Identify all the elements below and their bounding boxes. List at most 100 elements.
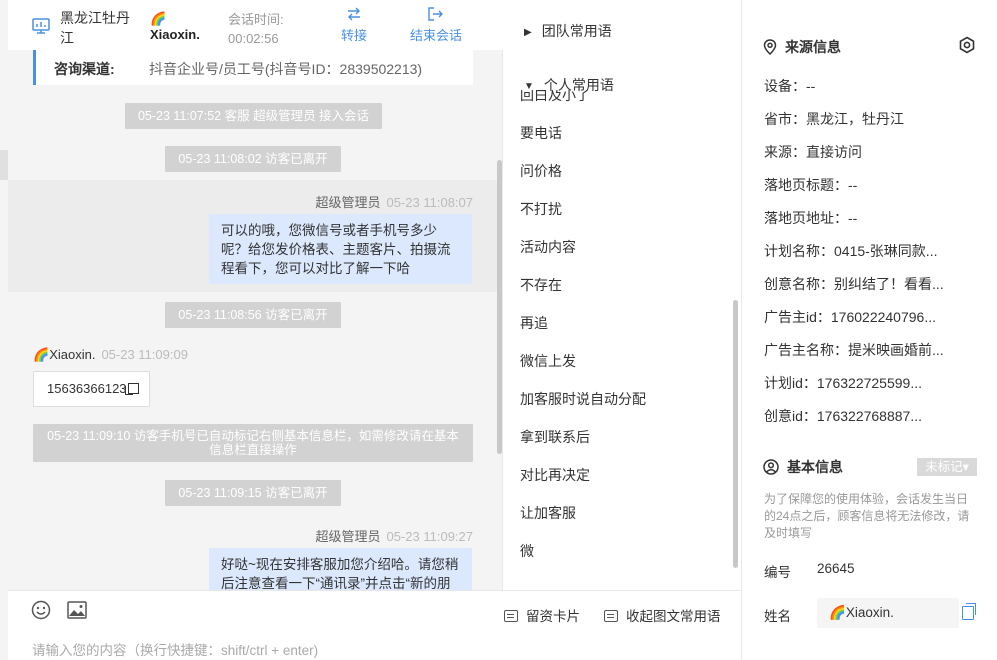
image-icon[interactable] [67, 601, 87, 619]
channel-value: 抖音企业号/员工号(抖音号ID：2839502213) [149, 61, 423, 77]
tag-label: 未标记 [925, 460, 963, 474]
name-value: Xiaoxin. [845, 605, 894, 620]
phrase-item[interactable]: 回白及小了 [520, 90, 590, 105]
collapse-phrases-label: 收起图文常用语 [626, 609, 721, 624]
channel-label: 咨询渠道: [54, 61, 115, 77]
phrase-item[interactable]: 微信上发 [520, 351, 576, 371]
visitor-info-panel: 来源信息 设备：-- 省市：黑龙江，牡丹江 来源：直接访问 落地页标题：-- 落… [743, 0, 997, 660]
visitor-message-meta: 🌈Xiaoxin. 05-23 11:09:09 [33, 347, 188, 363]
info-advertiser-id: 广告主id：176022240796... [764, 309, 936, 325]
phrase-item[interactable]: 让加客服 [520, 503, 576, 523]
name-label: 姓名 [764, 609, 791, 624]
collapse-phrases-button[interactable]: 收起图文常用语 [604, 605, 721, 625]
rainbow-icon: 🌈 [829, 605, 846, 620]
session-time: 00:02:56 [228, 31, 279, 46]
chat-panel: 黑龙江牡丹江 🌈 Xiaoxin. 会话时间: 00:02:56 转接 结束会话 [0, 0, 503, 660]
end-session-button[interactable]: 结束会话 [410, 7, 462, 44]
emoji-icon[interactable] [31, 600, 51, 620]
end-session-label: 结束会话 [410, 28, 463, 43]
basic-info-title: 基本信息 [763, 457, 843, 477]
customer-service-workspace: 黑龙江牡丹江 🌈 Xiaoxin. 会话时间: 00:02:56 转接 结束会话 [0, 0, 997, 660]
lead-card-label: 留资卡片 [526, 609, 580, 624]
info-device: 设备：-- [764, 78, 816, 94]
system-message: 05-23 11:09:15 访客已离开 [165, 480, 341, 506]
info-province-city: 省市：黑龙江，牡丹江 [764, 111, 904, 127]
copy-icon[interactable] [962, 603, 976, 620]
system-message: 05-23 11:09:10 访客手机号已自动标记右侧基本信息栏，如需修改请在基… [33, 424, 473, 462]
info-plan-name: 计划名称：0415-张琳同款... [764, 243, 938, 259]
copy-icon[interactable] [124, 383, 139, 395]
name-field[interactable]: 🌈Xiaoxin. [817, 598, 959, 628]
message-time: 05-23 11:09:09 [101, 347, 188, 362]
phrase-item[interactable]: 再追 [520, 313, 548, 333]
source-info-title: 来源信息 [763, 37, 841, 57]
transfer-label: 转接 [341, 28, 368, 43]
user-icon [763, 459, 779, 475]
info-landing-url: 落地页地址：-- [764, 210, 858, 226]
message-list[interactable]: 咨询渠道: 抖音企业号/员工号(抖音号ID：2839502213) 05-23 … [8, 50, 503, 590]
basic-info-label: 基本信息 [787, 459, 843, 475]
chat-scrollbar[interactable] [497, 160, 502, 454]
composer: 请输入您的内容（换行快捷键：shift/ctrl + enter) [8, 590, 503, 660]
rainbow-icon: 🌈 [150, 11, 167, 26]
id-label: 编号 [764, 565, 791, 580]
session-time-label: 会话时间: [228, 12, 284, 27]
phrase-item[interactable]: 要电话 [520, 123, 562, 143]
visitor-message-bubble: 15636366123 [33, 371, 150, 407]
agent-sender: 超级管理员 [315, 195, 381, 210]
system-message: 05-23 11:08:56 访客已离开 [165, 302, 341, 328]
rainbow-icon: 🌈 [33, 347, 50, 362]
lead-card-button[interactable]: 留资卡片 [504, 605, 580, 625]
phrase-item[interactable]: 活动内容 [520, 237, 576, 257]
tag-dropdown[interactable]: 未标记▾ [917, 458, 977, 476]
phrase-item[interactable]: 拿到联系后 [520, 427, 590, 447]
info-creative-name: 创意名称：别纠结了！看看... [764, 276, 944, 292]
phrase-scrollbar[interactable] [733, 300, 738, 568]
message-input[interactable]: 请输入您的内容（换行快捷键：shift/ctrl + enter) [32, 639, 318, 659]
phrase-actions: 留资卡片 收起图文常用语 [504, 590, 742, 660]
message-time: 05-23 11:08:07 [386, 195, 474, 210]
info-advertiser-name: 广告主名称：提米映画婚前... [764, 342, 944, 358]
visitor-name-text: Xiaoxin. [150, 27, 200, 42]
source-info-label: 来源信息 [785, 39, 841, 55]
card-icon [504, 610, 518, 622]
message-time: 05-23 11:09:27 [386, 529, 474, 544]
quick-phrase-panel: ▶ 团队常用语 ▼ 个人常用语 回白及小了 要电话 问价格 不打扰 活动内容 不存在… [504, 0, 742, 660]
channel-card: 咨询渠道: 抖音企业号/员工号(抖音号ID：2839502213) [33, 50, 473, 85]
edit-notice: 为了保障您的使用体验，会话发生当日的24点之后，顾客信息将无法修改，请及时填写 [764, 492, 970, 540]
exit-icon [428, 7, 443, 21]
caret-right-icon: ▶ [524, 27, 532, 38]
caret-down-icon: ▾ [962, 460, 969, 474]
agent-message-meta: 超级管理员 05-23 11:09:27 [315, 526, 473, 545]
team-phrase-group[interactable]: ▶ 团队常用语 [524, 21, 612, 41]
transfer-icon [348, 7, 360, 21]
system-message: 05-23 11:08:02 访客已离开 [165, 146, 341, 172]
system-message: 05-23 11:07:52 客服 超级管理员 接入会话 [125, 103, 382, 129]
phrase-item[interactable]: 加客服时说自动分配 [520, 389, 646, 409]
visitor-location: 黑龙江牡丹江 [60, 10, 130, 46]
info-source: 来源：直接访问 [764, 144, 862, 160]
location-pin-icon [763, 39, 777, 55]
team-phrase-label: 团队常用语 [541, 23, 612, 39]
phrase-item[interactable]: 不打扰 [520, 199, 562, 219]
phrase-item[interactable]: 对比再决定 [520, 465, 590, 485]
visitor-sender: Xiaoxin. [49, 347, 96, 362]
message-icon [604, 610, 618, 622]
monitor-icon [32, 18, 50, 34]
visitor-phone: 15636366123 [47, 381, 127, 396]
settings-icon[interactable] [958, 36, 976, 54]
id-value: 26645 [817, 561, 855, 576]
phrase-list[interactable]: 回白及小了 要电话 问价格 不打扰 活动内容 不存在 再追 微信上发 加客服时说… [520, 90, 730, 570]
phrase-item[interactable]: 问价格 [520, 161, 562, 181]
phrase-item[interactable]: 微 [520, 541, 534, 561]
agent-message-meta: 超级管理员 05-23 11:08:07 [315, 192, 473, 211]
transfer-button[interactable]: 转接 [341, 7, 367, 44]
panel-edge [0, 150, 8, 180]
info-landing-title: 落地页标题：-- [764, 177, 858, 193]
agent-message-bubble: 好哒~现在安排客服加您介绍哈。请您稍后注意查看一下“通讯录”并点击“新的朋 [209, 548, 472, 590]
info-creative-id: 创意id：176322768887... [764, 408, 922, 424]
agent-message-bubble: 可以的哦，您微信号或者手机号多少呢？给您发价格表、主题客片、拍摄流程看下，您可以… [209, 214, 472, 284]
agent-sender: 超级管理员 [315, 529, 381, 544]
phrase-item[interactable]: 不存在 [520, 275, 562, 295]
visitor-name: 🌈 Xiaoxin. [150, 12, 200, 42]
